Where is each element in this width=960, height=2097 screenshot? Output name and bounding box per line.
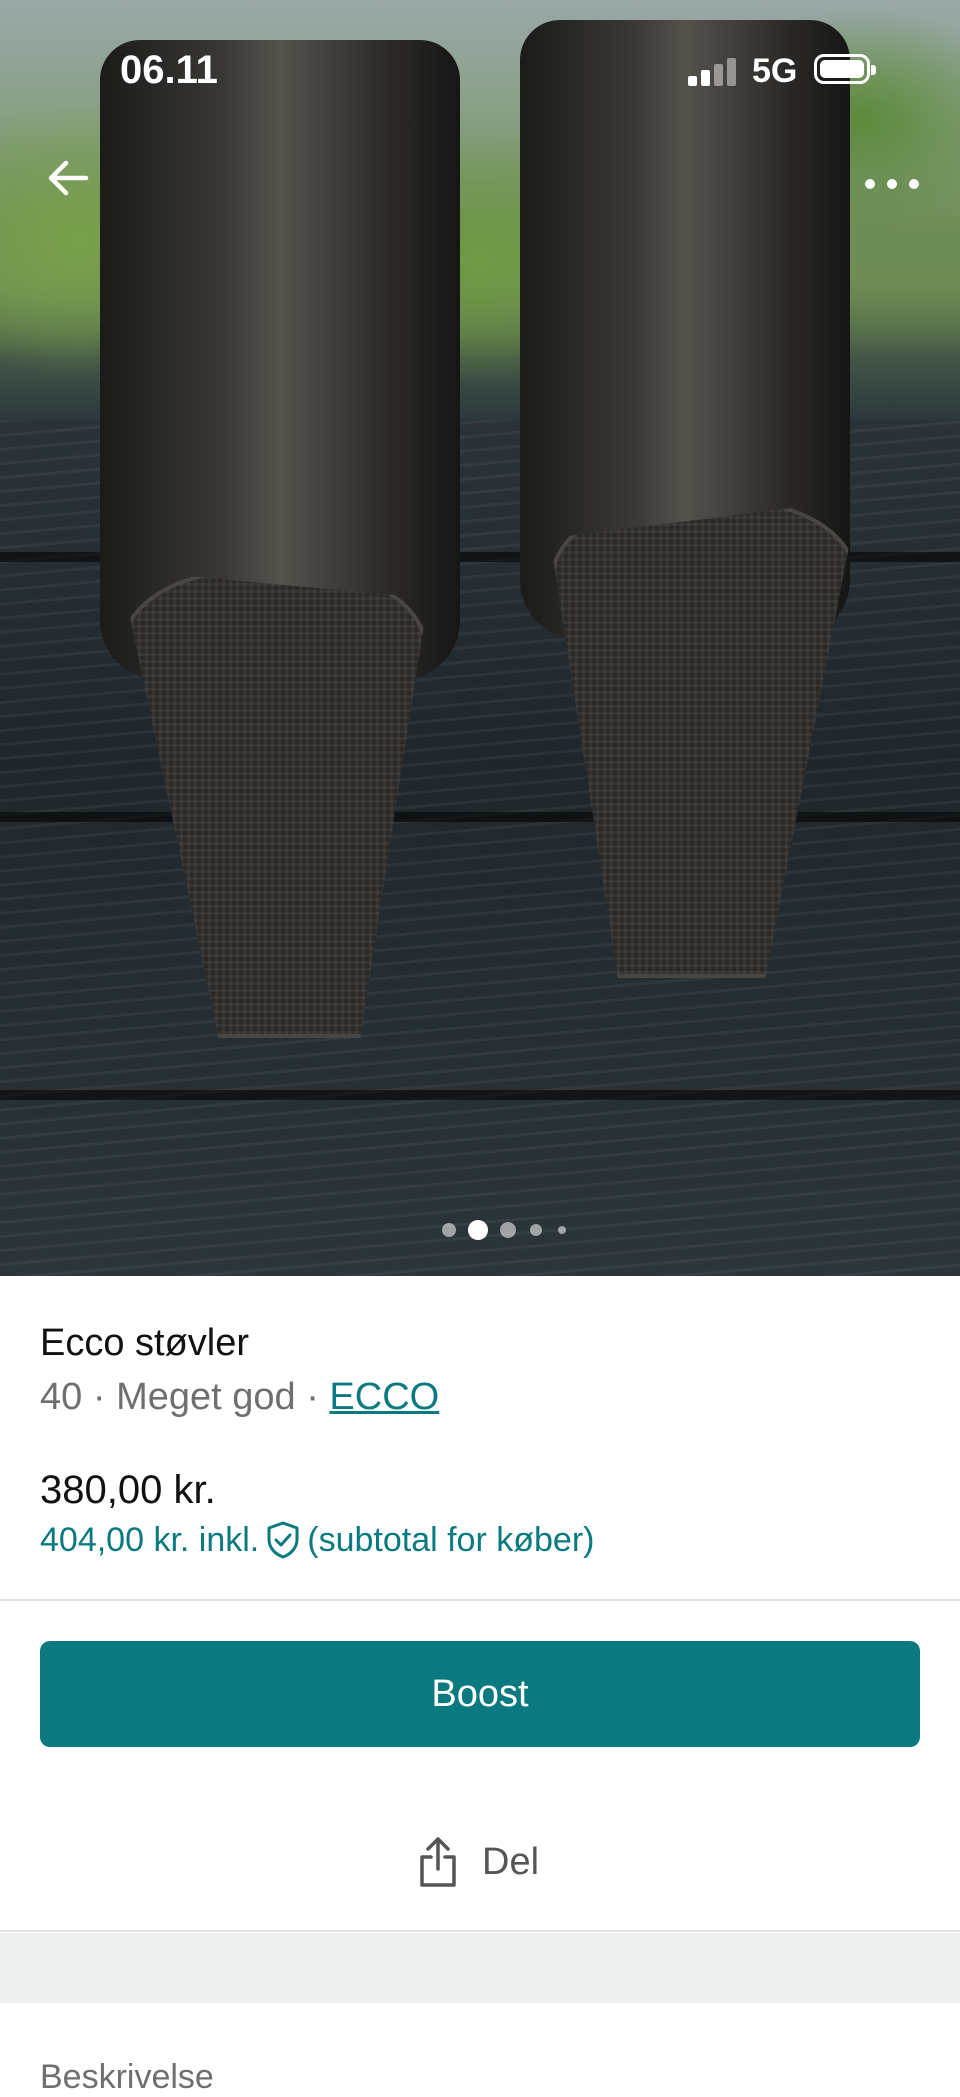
price-incl-value: 404,00 kr. inkl.	[40, 1520, 260, 1559]
item-photo[interactable]	[0, 0, 960, 1276]
photo-plank-gap	[0, 1090, 960, 1100]
battery-icon	[814, 54, 876, 84]
more-horizontal-icon	[865, 179, 919, 189]
divider	[0, 1930, 960, 1932]
share-button[interactable]: Del	[416, 1832, 539, 1892]
status-time: 06.11	[120, 48, 218, 92]
share-label: Del	[482, 1840, 540, 1883]
divider	[0, 1599, 960, 1601]
network-type: 5G	[752, 52, 798, 90]
item-condition: Meget god	[116, 1376, 296, 1418]
shield-check-icon	[267, 1521, 299, 1559]
price-incl-note: (subtotal for køber)	[307, 1520, 595, 1559]
pagination-dot[interactable]	[558, 1226, 566, 1234]
section-spacer	[0, 1933, 960, 2003]
description-heading: Beskrivelse	[40, 2058, 214, 2096]
item-brand-link[interactable]: ECCO	[329, 1376, 439, 1418]
arrow-left-icon	[48, 160, 89, 196]
photo-pagination[interactable]	[436, 1218, 576, 1240]
item-size: 40	[40, 1376, 83, 1418]
pagination-dot[interactable]	[500, 1222, 516, 1238]
item-title: Ecco støvler	[40, 1322, 250, 1364]
item-meta: 40 · Meget god · ECCO	[40, 1376, 439, 1419]
meta-separator: ·	[82, 1376, 117, 1418]
meta-separator: ·	[295, 1376, 330, 1418]
photo-plank-gap	[0, 812, 960, 822]
more-options-button[interactable]	[860, 160, 924, 200]
pagination-dot[interactable]	[442, 1223, 456, 1237]
share-icon	[420, 1837, 456, 1887]
price-incl-protection[interactable]: 404,00 kr. inkl. (subtotal for køber)	[40, 1520, 594, 1560]
item-price: 380,00 kr.	[40, 1468, 216, 1512]
boost-button[interactable]: Boost	[40, 1641, 920, 1747]
pagination-dot[interactable]	[530, 1224, 542, 1236]
back-button[interactable]	[40, 150, 96, 206]
signal-icon	[688, 58, 736, 86]
status-bar: 06.11 5G	[0, 0, 960, 140]
pagination-dot-active[interactable]	[468, 1220, 488, 1240]
